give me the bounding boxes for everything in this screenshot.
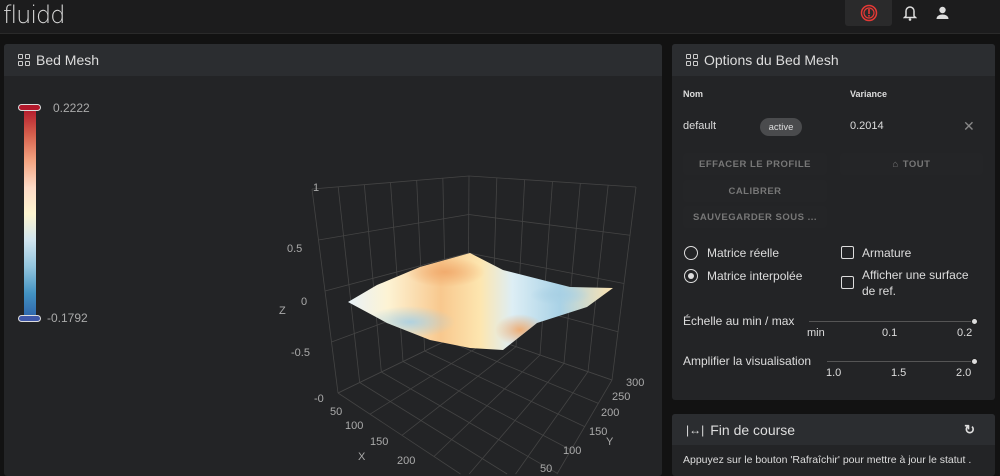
x-axis-label: X (358, 451, 366, 463)
z-tick-label: 1 (313, 182, 320, 194)
reference-surface-label-2: de ref. (862, 284, 897, 298)
y-axis-label: Y (606, 436, 614, 448)
y-tick-label: 150 (589, 426, 608, 438)
notifications-button[interactable] (898, 0, 922, 26)
y-tick-label: 300 (626, 377, 645, 389)
amplify-tick: 1.5 (891, 367, 907, 379)
scale-slider-handle[interactable] (971, 318, 978, 325)
wireframe-label: Armature (862, 246, 912, 260)
grid-line (587, 185, 609, 372)
amplify-slider-handle[interactable] (971, 358, 978, 365)
grid-icon (686, 54, 698, 66)
column-variance-header: Variance (850, 89, 888, 99)
scale-tick: 0.1 (882, 327, 898, 339)
reference-surface-label-1: Afficher une surface (862, 268, 969, 282)
x-tick-label: 100 (345, 420, 364, 432)
profile-variance: 0.2014 (850, 120, 884, 132)
remove-profile-close-icon[interactable]: ✕ (963, 118, 975, 135)
column-name-header: Nom (683, 89, 703, 99)
z-tick-label: 0 (301, 296, 308, 308)
active-badge: active (760, 118, 802, 136)
reference-surface-checkbox[interactable] (841, 276, 854, 289)
endstops-card: |↔| Fin de course ↻ Appuyez sur le bouto… (672, 414, 995, 476)
y-tick-label: 50 (540, 463, 553, 475)
options-title: Options du Bed Mesh (704, 52, 839, 68)
y-tick-label: 100 (563, 445, 582, 457)
amplify-slider[interactable] (827, 361, 975, 362)
grid-line (539, 181, 553, 356)
radio-interpolated-label: Matrice interpolée (707, 269, 803, 283)
user-button[interactable] (931, 0, 953, 26)
x-tick-label: 150 (370, 436, 389, 448)
x-tick-label: 200 (397, 455, 416, 467)
scale-tick: min (807, 327, 825, 339)
home-icon: ⌂ (892, 158, 899, 170)
profile-name[interactable]: default (683, 120, 716, 132)
z-tick-label: -0.5 (291, 347, 310, 359)
radio-real-label: Matrice réelle (707, 246, 780, 260)
z-axis-label: Z (279, 305, 286, 317)
grid-line (468, 363, 565, 475)
grid-line (563, 183, 581, 364)
y-tick-label: 200 (601, 407, 620, 419)
scale-tick: 0.2 (957, 327, 973, 339)
home-all-label: TOUT (902, 158, 931, 170)
mesh-surface (348, 253, 613, 350)
scale-slider-label: Échelle au min / max (683, 314, 795, 328)
grid-line (363, 184, 382, 373)
grid-line (433, 354, 541, 457)
grid-line (337, 186, 361, 383)
home-all-button[interactable]: ⌂ TOUT (840, 153, 983, 175)
emergency-stop-icon (860, 4, 877, 22)
amplify-tick: 1.0 (826, 367, 842, 379)
endstops-title: Fin de course (710, 421, 796, 438)
calibrate-button[interactable]: CALIBRER (683, 180, 827, 202)
amplify-slider-label: Amplifier la visualisation (683, 354, 812, 368)
refresh-icon[interactable]: ↻ (964, 422, 975, 438)
clear-profile-button[interactable]: EFFACER LE PROFILE (683, 153, 827, 175)
z-tick-label: -0 (314, 393, 324, 405)
save-as-button[interactable]: SAUVEGARDER SOUS ... (683, 206, 827, 228)
options-header: Options du Bed Mesh (672, 44, 995, 76)
radio-interpolated-matrix[interactable] (684, 269, 698, 283)
z-tick-label: 0.5 (287, 243, 303, 255)
grid-line (359, 382, 508, 475)
y-tick-label: 250 (612, 391, 631, 403)
scale-slider[interactable] (809, 321, 975, 322)
radio-real-matrix[interactable] (684, 246, 698, 260)
amplify-tick: 2.0 (956, 367, 972, 379)
endstop-arrows-icon: |↔| (686, 422, 705, 437)
bed-mesh-3d-plot[interactable] (0, 0, 662, 476)
endstops-message: Appuyez sur le bouton 'Rafraîchir' pour … (683, 454, 972, 466)
bell-icon (903, 6, 917, 21)
x-tick-label: 50 (330, 406, 343, 418)
endstops-header: |↔| Fin de course ↻ (672, 414, 995, 445)
emergency-stop-button[interactable] (845, 0, 892, 26)
grid-line (390, 182, 404, 362)
wireframe-checkbox[interactable] (841, 246, 854, 259)
user-icon (936, 6, 948, 19)
